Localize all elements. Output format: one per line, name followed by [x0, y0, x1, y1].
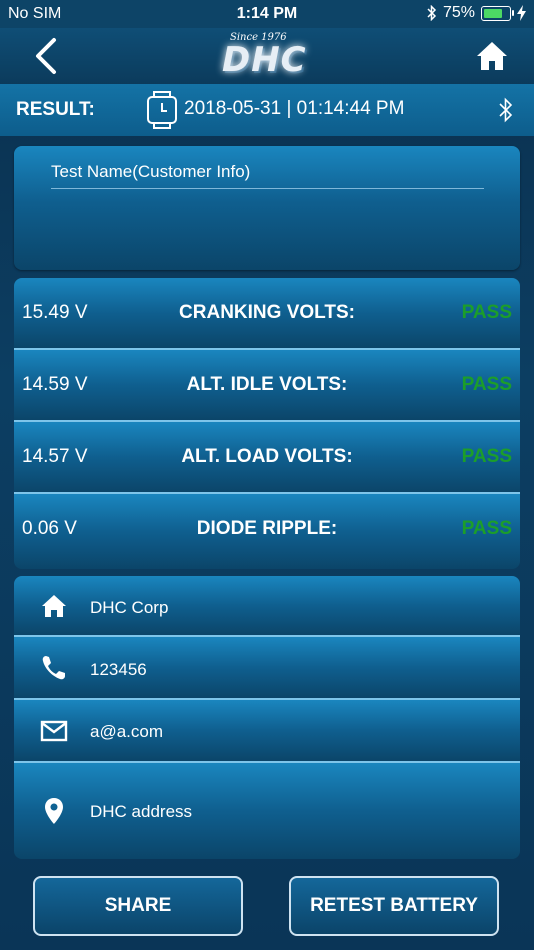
alt-load-volts-status: PASS	[461, 446, 512, 467]
bluetooth-status-icon	[427, 5, 437, 21]
status-bar: No SIM 1:14 PM 75%	[0, 0, 534, 28]
share-button[interactable]: SHARE	[33, 876, 243, 936]
alt-load-volts-label: ALT. LOAD VOLTS:	[181, 446, 353, 467]
result-datetime: 2018-05-31 | 01:14:44 PM	[184, 98, 405, 119]
result-row-cranking: 15.49 V CRANKING VOLTS: PASS	[14, 278, 520, 350]
diode-ripple-status: PASS	[461, 518, 512, 539]
contact-row-phone[interactable]: 123456	[14, 637, 520, 700]
status-right: 75%	[427, 4, 526, 22]
nav-bar: Since 1976 DHC	[0, 28, 534, 85]
result-label: RESULT:	[16, 99, 95, 120]
result-row-alt-load: 14.57 V ALT. LOAD VOLTS: PASS	[14, 422, 520, 494]
location-pin-icon	[45, 798, 63, 824]
test-results-list: 15.49 V CRANKING VOLTS: PASS 14.59 V ALT…	[14, 278, 520, 569]
phone-number: 123456	[90, 660, 147, 679]
phone-icon	[42, 656, 65, 680]
home-button[interactable]	[474, 38, 510, 74]
alt-idle-volts-label: ALT. IDLE VOLTS:	[186, 374, 348, 395]
logo-mark: DHC	[222, 40, 307, 80]
result-row-alt-idle: 14.59 V ALT. IDLE VOLTS: PASS	[14, 350, 520, 422]
home-icon	[42, 595, 66, 617]
cranking-volts-status: PASS	[461, 302, 512, 323]
charging-bolt-icon	[517, 5, 526, 21]
dhc-logo: Since 1976 DHC	[210, 32, 330, 80]
retest-battery-button[interactable]: RETEST BATTERY	[289, 876, 499, 936]
mail-icon	[40, 720, 68, 742]
watch-icon	[147, 91, 177, 129]
contact-row-email[interactable]: a@a.com	[14, 700, 520, 763]
contact-row-address[interactable]: DHC address	[14, 763, 520, 859]
street-address: DHC address	[90, 802, 193, 821]
result-header: RESULT: 2018-05-31 | 01:14:44 PM	[0, 84, 534, 136]
customer-info-card[interactable]: Test Name(Customer Info)	[14, 146, 520, 270]
bluetooth-icon[interactable]	[498, 97, 514, 123]
contact-info-list: DHC Corp 123456 a@a.com DHC address	[14, 576, 520, 859]
diode-ripple-label: DIODE RIPPLE:	[196, 518, 338, 539]
back-button[interactable]	[28, 36, 68, 76]
contact-row-company[interactable]: DHC Corp	[14, 576, 520, 637]
customer-info-divider	[51, 188, 484, 189]
customer-info-title: Test Name(Customer Info)	[51, 162, 251, 181]
email-address: a@a.com	[90, 722, 164, 741]
result-row-diode-ripple: 0.06 V DIODE RIPPLE: PASS	[14, 494, 520, 569]
alt-idle-volts-status: PASS	[461, 374, 512, 395]
cranking-volts-label: CRANKING VOLTS:	[179, 302, 355, 323]
company-name: DHC Corp	[90, 598, 169, 617]
battery-percent: 75%	[442, 4, 475, 21]
battery-icon	[481, 5, 514, 21]
